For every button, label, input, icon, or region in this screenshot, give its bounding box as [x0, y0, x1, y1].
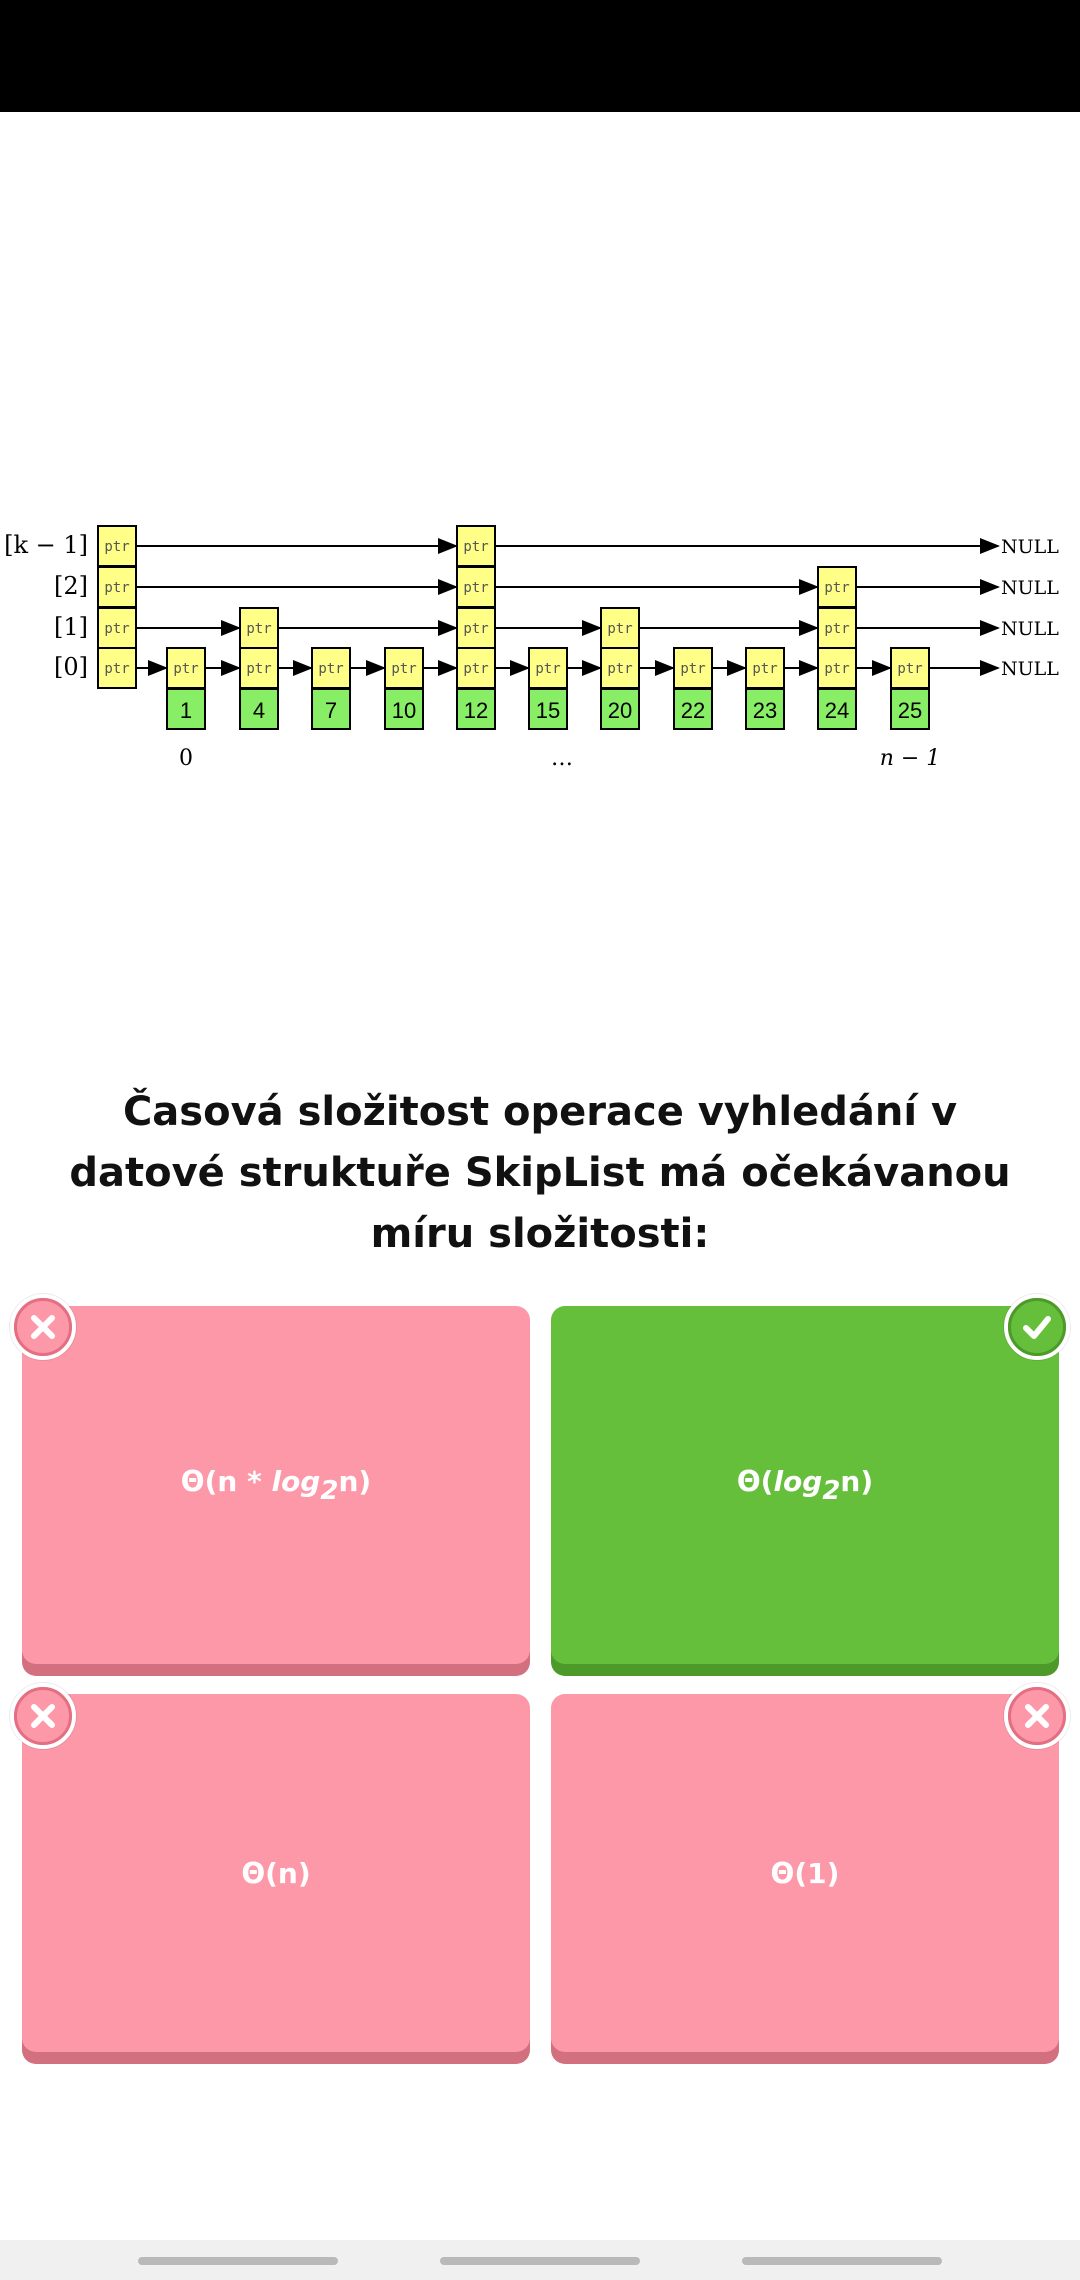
ptr-label: ptr	[463, 661, 488, 677]
wrong-x-icon	[10, 1683, 76, 1749]
ptr-label: ptr	[463, 580, 488, 596]
index-label: …	[551, 746, 573, 771]
status-bar	[0, 0, 1080, 112]
index-label: n − 1	[880, 746, 941, 771]
ptr-label: ptr	[463, 539, 488, 555]
ptr-label: ptr	[104, 621, 129, 637]
correct-check-icon	[1004, 1294, 1070, 1360]
ptr-label: ptr	[680, 661, 705, 677]
question-text: Časová složitost operace vyhledání v dat…	[69, 1089, 1011, 1257]
ptr-label: ptr	[104, 661, 129, 677]
ptr-label: ptr	[246, 661, 271, 677]
answer-d-label: Θ(1)	[770, 1856, 840, 1890]
ptr-label: ptr	[824, 580, 849, 596]
ptr-label: ptr	[535, 661, 560, 677]
ptr-label: ptr	[463, 621, 488, 637]
nav-handle[interactable]	[742, 2257, 942, 2265]
skiplist-diagram: [k − 1] [2] [1] [0] ptr ptr ptr ptr ptr 1 ptr ptr 4 p…	[0, 500, 1080, 800]
ptr-label: ptr	[318, 661, 343, 677]
ptr-label: ptr	[607, 621, 632, 637]
null-label: NULL	[1001, 618, 1059, 640]
navigation-bar	[0, 2240, 1080, 2280]
nav-handle[interactable]	[440, 2257, 640, 2265]
wrong-x-icon	[1004, 1683, 1070, 1749]
level-label: [2]	[54, 572, 88, 600]
ptr-label: ptr	[824, 661, 849, 677]
answer-b-label: Θ(log2n)	[736, 1464, 874, 1506]
ptr-label: ptr	[607, 661, 632, 677]
answer-c-label: Θ(n)	[241, 1856, 311, 1890]
answer-a-label: Θ(n * log2n)	[180, 1464, 372, 1506]
null-label: NULL	[1001, 658, 1059, 680]
ptr-label: ptr	[897, 661, 922, 677]
answer-d-button[interactable]: Θ(1)	[551, 1694, 1059, 2052]
node-key: 7	[325, 698, 337, 723]
ptr-label: ptr	[173, 661, 198, 677]
ptr-label: ptr	[246, 621, 271, 637]
ptr-label: ptr	[824, 621, 849, 637]
node-key: 23	[753, 698, 777, 723]
null-label: NULL	[1001, 577, 1059, 599]
wrong-x-icon	[10, 1294, 76, 1360]
node-key: 20	[608, 698, 632, 723]
level-label: [k − 1]	[4, 531, 88, 559]
ptr-label: ptr	[104, 580, 129, 596]
answer-c-button[interactable]: Θ(n)	[22, 1694, 530, 2052]
node-key: 15	[536, 698, 560, 723]
level-label: [1]	[54, 613, 88, 641]
node-key: 1	[180, 698, 192, 723]
null-label: NULL	[1001, 536, 1059, 558]
skiplist-svg: [k − 1] [2] [1] [0] ptr ptr ptr ptr ptr 1 ptr ptr 4 p…	[4, 525, 1059, 771]
ptr-label: ptr	[104, 539, 129, 555]
answer-b-button[interactable]: Θ(log2n)	[551, 1306, 1059, 1664]
node-key: 25	[898, 698, 922, 723]
ptr-label: ptr	[752, 661, 777, 677]
node-key: 24	[825, 698, 849, 723]
node-key: 22	[681, 698, 705, 723]
node-key: 4	[253, 698, 265, 723]
index-label: 0	[179, 746, 193, 771]
level-label: [0]	[54, 653, 88, 681]
node-key: 12	[464, 698, 488, 723]
nav-handle[interactable]	[138, 2257, 338, 2265]
answer-a-button[interactable]: Θ(n * log2n)	[22, 1306, 530, 1664]
ptr-label: ptr	[391, 661, 416, 677]
node-key: 10	[392, 698, 416, 723]
